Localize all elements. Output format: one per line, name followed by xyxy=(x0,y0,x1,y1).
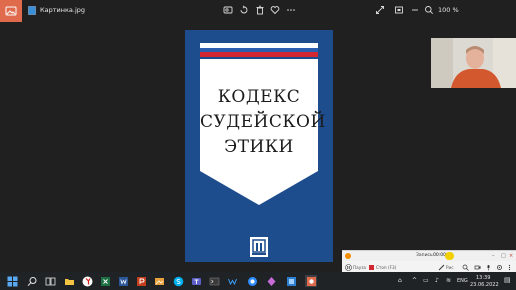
pen-icon[interactable] xyxy=(438,264,445,271)
book-title-line-1: КОДЕКС xyxy=(217,87,301,107)
webcam-overlay xyxy=(431,38,516,88)
tray-network-icon[interactable]: ▭ xyxy=(423,278,429,284)
title-bar: Картинка.jpg 100 % xyxy=(0,0,516,22)
start-icon[interactable] xyxy=(6,275,18,287)
photos-app-icon xyxy=(5,6,17,16)
settings-icon[interactable] xyxy=(226,275,238,287)
fullscreen-icon[interactable] xyxy=(374,4,386,16)
stop-icon[interactable] xyxy=(368,264,375,271)
magnifier-icon[interactable] xyxy=(462,264,469,271)
clock-date[interactable]: 23.06.2022 xyxy=(470,282,499,288)
photo-viewer-icon[interactable] xyxy=(265,275,277,287)
powerpoint-icon[interactable] xyxy=(135,275,147,287)
pause-button[interactable]: Пауза xyxy=(353,264,366,271)
yandex-browser-icon[interactable] xyxy=(81,275,93,287)
fit-icon[interactable] xyxy=(393,4,405,16)
zoom-out-icon[interactable] xyxy=(409,4,421,16)
screen-recorder-panel: Запись 00:00 – □ × Пауза Стоп (F3) Рис xyxy=(342,250,516,272)
zoom-level: 100 % xyxy=(438,6,459,14)
word-icon[interactable] xyxy=(117,275,129,287)
delete-icon[interactable] xyxy=(254,4,266,16)
excel-icon[interactable] xyxy=(99,275,111,287)
favorite-icon[interactable] xyxy=(269,4,281,16)
book-cover: КОДЕКС СУДЕЙСКОЙ ЭТИКИ xyxy=(185,30,333,262)
maximize-icon[interactable]: □ xyxy=(501,252,506,260)
keyboard-language[interactable]: ENG xyxy=(457,278,468,284)
terminal-icon[interactable] xyxy=(208,275,220,287)
minimize-icon[interactable]: – xyxy=(492,252,495,260)
stop-button[interactable]: Стоп (F3) xyxy=(376,264,396,271)
book-title: КОДЕКС СУДЕЙСКОЙ ЭТИКИ xyxy=(200,85,326,160)
image-file-icon xyxy=(28,6,36,15)
publisher-logo xyxy=(250,237,268,257)
clock-time[interactable]: 13:39 xyxy=(476,275,490,281)
notifications-icon[interactable]: ▤ xyxy=(504,277,511,284)
task-view-icon[interactable] xyxy=(44,275,56,287)
taskbar: ⌂ ^ ▭ ♪ ≋ ENG 13:39 23.06.2022 ▤ xyxy=(0,272,516,290)
photos-viewer-open-icon[interactable] xyxy=(285,275,297,287)
explorer-icon[interactable] xyxy=(63,275,75,287)
tray-volume-icon[interactable]: ♪ xyxy=(435,278,439,284)
search-icon[interactable] xyxy=(26,275,38,287)
image-canvas[interactable]: КОДЕКС СУДЕЙСКОЙ ЭТИКИ xyxy=(0,22,516,268)
more-icon[interactable] xyxy=(285,4,297,16)
book-title-line-2: СУДЕЙСКОЙ xyxy=(200,112,326,132)
flag-stripe-red xyxy=(200,52,318,57)
draw-button[interactable]: Рис xyxy=(446,264,454,271)
teams-icon[interactable] xyxy=(190,275,202,287)
pause-icon[interactable] xyxy=(345,264,352,271)
screen: Картинка.jpg 100 % КОДЕКС СУДЕЙСКОЙ ЭТИК… xyxy=(0,0,516,290)
recorder-more-icon[interactable] xyxy=(506,264,513,271)
edit-icon[interactable] xyxy=(222,4,234,16)
photos-app-tile[interactable] xyxy=(0,0,22,22)
record-indicator-icon xyxy=(445,252,454,260)
skype-icon[interactable] xyxy=(172,275,184,287)
webcam-toggle-icon[interactable] xyxy=(474,264,481,271)
recorder-logo-icon xyxy=(345,253,351,259)
app-icon[interactable] xyxy=(246,275,258,287)
photos-icon[interactable] xyxy=(153,275,165,287)
settings-icon[interactable] xyxy=(496,264,503,271)
recorder-title-bar: Запись 00:00 – □ × xyxy=(342,251,516,261)
rotate-icon[interactable] xyxy=(238,4,250,16)
close-icon[interactable]: × xyxy=(509,252,513,260)
tray-chevron-icon[interactable]: ^ xyxy=(412,278,417,284)
book-title-line-3: ЭТИКИ xyxy=(224,137,294,157)
active-app-icon[interactable] xyxy=(305,275,317,287)
tray-people-icon[interactable]: ⌂ xyxy=(398,278,402,284)
record-label: Запись xyxy=(416,253,433,258)
file-name: Картинка.jpg xyxy=(40,6,86,14)
tray-wifi-icon[interactable]: ≋ xyxy=(446,278,451,284)
zoom-in-icon[interactable] xyxy=(423,4,435,16)
microphone-icon[interactable] xyxy=(485,264,492,271)
